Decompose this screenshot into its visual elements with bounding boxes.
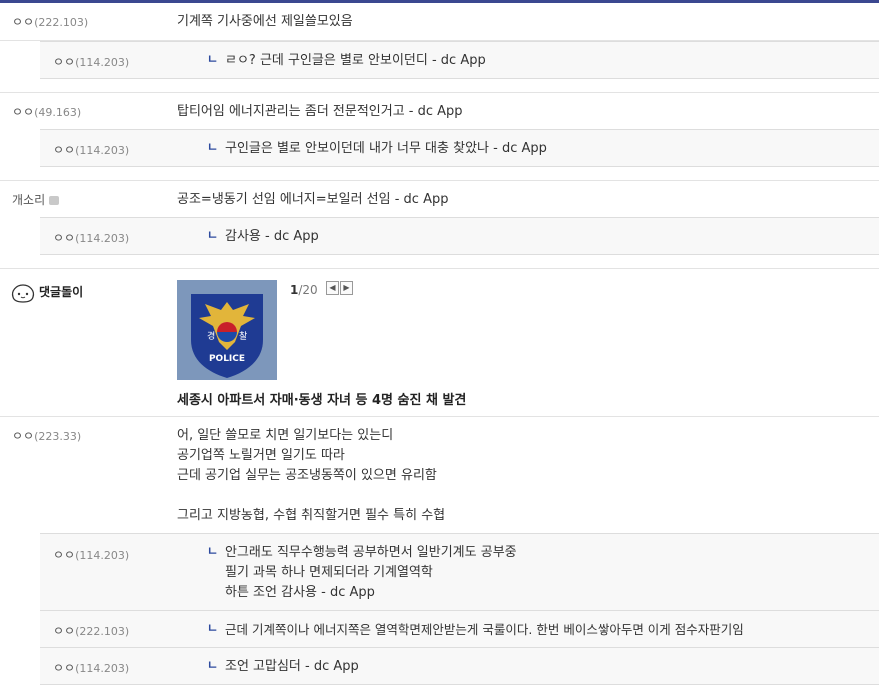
- comment-row: ㅇㅇ(223.33) 어, 일단 쓸모로 치면 일기보다는 있는디 공기업쪽 노…: [0, 417, 879, 533]
- author-nick[interactable]: ㅇㅇ: [53, 143, 75, 157]
- author-ip: (222.103): [34, 16, 89, 29]
- reply-line: 안그래도 직무수행능력 공부하면서 일반기계도 공부중: [225, 545, 517, 560]
- reply-row: ㅇㅇ(114.203) ㄴ 감사용 - dc App: [40, 217, 879, 255]
- comment-text: 공조=냉동기 선임 에너지=보일러 선임 - dc App: [177, 192, 449, 207]
- comment-line: 그리고 지방농협, 수협 취직할거면 필수 특히 수협: [177, 508, 446, 523]
- comment-line: 어, 일단 쓸모로 치면 일기보다는 있는디: [177, 428, 394, 443]
- fixed-nick-icon: [49, 196, 60, 205]
- author-nick[interactable]: ㅇㅇ: [53, 624, 75, 638]
- reply-line: 구인글은 별로 안보이던데 내가 너무 대충 찾았나 - dc App: [225, 141, 547, 156]
- author-nick[interactable]: 개소리: [12, 193, 45, 207]
- reply-line: 근데 기계쪽이나 에너지쪽은 열역학면제안받는게 국룰이다. 한번 베이스쌓아두…: [225, 622, 744, 637]
- reply-text: 조언 고맙심더 - dc App: [225, 657, 869, 677]
- reply-text: 안그래도 직무수행능력 공부하면서 일반기계도 공부중 필기 과목 하나 면제되…: [225, 543, 869, 603]
- comment-text: 어, 일단 쓸모로 치면 일기보다는 있는디 공기업쪽 노릴거면 일기도 따라 …: [177, 426, 869, 526]
- author-ip: (49.163): [34, 106, 82, 119]
- reply-arrow-icon: ㄴ: [207, 621, 219, 635]
- author-ip: (114.203): [75, 56, 130, 69]
- comment-line: 공기업쪽 노릴거면 일기도 따라: [177, 448, 345, 463]
- reply-row: ㅇㅇ(114.203) ㄴ ㄹㅇ? 근데 구인글은 별로 안보이던디 - dc …: [40, 41, 879, 79]
- pager-total: /20: [298, 283, 318, 297]
- emblem-char-right: 찰: [239, 331, 247, 342]
- caret-right-icon: ▶: [343, 283, 350, 292]
- news-headline[interactable]: 세종시 아파트서 자매·동생 자녀 등 4명 숨진 채 발견: [177, 389, 466, 408]
- author-nick[interactable]: ㅇㅇ: [53, 548, 75, 562]
- caret-left-icon: ◀: [329, 283, 336, 292]
- row-separator: [0, 167, 879, 181]
- news-pager: 1/20: [290, 283, 318, 297]
- comment-author[interactable]: 개소리: [12, 191, 60, 208]
- bot-name[interactable]: 댓글돌이: [39, 283, 83, 300]
- reply-line: 필기 과목 하나 면제되더라 기계열역학: [225, 565, 433, 580]
- reply-text: 감사용 - dc App: [225, 227, 869, 247]
- reply-line: ㄹㅇ? 근데 구인글은 별로 안보이던디 - dc App: [225, 53, 486, 68]
- prev-page-button[interactable]: ◀: [326, 281, 339, 295]
- emblem-banner: POLICE: [209, 354, 245, 364]
- comment-row: 개소리 공조=냉동기 선임 에너지=보일러 선임 - dc App: [0, 181, 879, 217]
- comment-row: ㅇㅇ(222.103) 기계쪽 기사중에선 제일쓸모있음: [0, 3, 879, 41]
- comment-author[interactable]: ㅇㅇ(49.163): [12, 103, 81, 120]
- author-nick[interactable]: ㅇㅇ: [12, 15, 34, 29]
- reply-row: ㅇㅇ(114.203) ㄴ 안그래도 직무수행능력 공부하면서 일반기계도 공부…: [40, 533, 879, 611]
- author-nick[interactable]: ㅇㅇ: [53, 231, 75, 245]
- reply-arrow-icon: ㄴ: [207, 658, 219, 672]
- reply-line: 하튼 조언 감사용 - dc App: [225, 585, 375, 600]
- comment-text: 탑티어임 에너지관리는 좀더 전문적인거고 - dc App: [177, 104, 463, 119]
- reply-text: ㄹㅇ? 근데 구인글은 별로 안보이던디 - dc App: [225, 51, 869, 71]
- reply-author[interactable]: ㅇㅇ(114.203): [53, 546, 129, 563]
- row-separator: [0, 255, 879, 269]
- reply-author[interactable]: ㅇㅇ(114.203): [53, 229, 129, 246]
- row-separator: [0, 79, 879, 93]
- reply-text: 구인글은 별로 안보이던데 내가 너무 대충 찾았나 - dc App: [225, 139, 869, 159]
- comment-text: 기계쪽 기사중에선 제일쓸모있음: [177, 14, 353, 29]
- comment-list: ㅇㅇ(222.103) 기계쪽 기사중에선 제일쓸모있음 ㅇㅇ(114.203)…: [0, 3, 879, 685]
- comment-author[interactable]: ㅇㅇ(223.33): [12, 427, 81, 444]
- reply-author[interactable]: ㅇㅇ(114.203): [53, 659, 129, 676]
- comment-line: 근데 공기업 실무는 공조냉동쪽이 있으면 유리함: [177, 468, 437, 483]
- news-thumbnail[interactable]: 경 찰 POLICE: [177, 280, 277, 380]
- author-nick[interactable]: ㅇㅇ: [12, 105, 34, 119]
- reply-arrow-icon: ㄴ: [207, 140, 219, 154]
- reply-arrow-icon: ㄴ: [207, 228, 219, 242]
- reply-author[interactable]: ㅇㅇ(114.203): [53, 141, 129, 158]
- comment-line-blank: [177, 486, 869, 506]
- reply-row: ㅇㅇ(114.203) ㄴ 조언 고맙심더 - dc App: [40, 648, 879, 685]
- reply-author[interactable]: ㅇㅇ(222.103): [53, 622, 129, 639]
- reply-line: 조언 고맙심더 - dc App: [225, 659, 359, 674]
- reply-row: ㅇㅇ(114.203) ㄴ 구인글은 별로 안보이던데 내가 너무 대충 찾았나…: [40, 129, 879, 167]
- reply-row: ㅇㅇ(222.103) ㄴ 근데 기계쪽이나 에너지쪽은 열역학면제안받는게 국…: [40, 611, 879, 648]
- reply-arrow-icon: ㄴ: [207, 52, 219, 66]
- next-page-button[interactable]: ▶: [340, 281, 353, 295]
- author-ip: (114.203): [75, 144, 130, 157]
- author-nick[interactable]: ㅇㅇ: [12, 429, 34, 443]
- author-ip: (223.33): [34, 430, 82, 443]
- author-nick[interactable]: ㅇㅇ: [53, 55, 75, 69]
- reply-arrow-icon: ㄴ: [207, 544, 219, 558]
- comment-row: ㅇㅇ(49.163) 탑티어임 에너지관리는 좀더 전문적인거고 - dc Ap…: [0, 93, 879, 129]
- police-emblem-icon: 경 찰 POLICE: [177, 280, 277, 380]
- news-bot-row: 댓글돌이 경 찰 POLICE 1/20 ◀ ▶ 세종시 아파트서 자매·동생 …: [0, 269, 879, 417]
- author-ip: (114.203): [75, 549, 130, 562]
- reply-text: 근데 기계쪽이나 에너지쪽은 열역학면제안받는게 국룰이다. 한번 베이스쌓아두…: [225, 620, 875, 640]
- author-ip: (114.203): [75, 662, 130, 675]
- author-nick[interactable]: ㅇㅇ: [53, 661, 75, 675]
- reply-author[interactable]: ㅇㅇ(114.203): [53, 53, 129, 70]
- emblem-char-left: 경: [207, 330, 215, 342]
- comment-author[interactable]: ㅇㅇ(222.103): [12, 13, 88, 30]
- smiley-face-icon: [11, 284, 35, 303]
- author-ip: (222.103): [75, 625, 130, 638]
- author-ip: (114.203): [75, 232, 130, 245]
- reply-line: 감사용 - dc App: [225, 229, 319, 244]
